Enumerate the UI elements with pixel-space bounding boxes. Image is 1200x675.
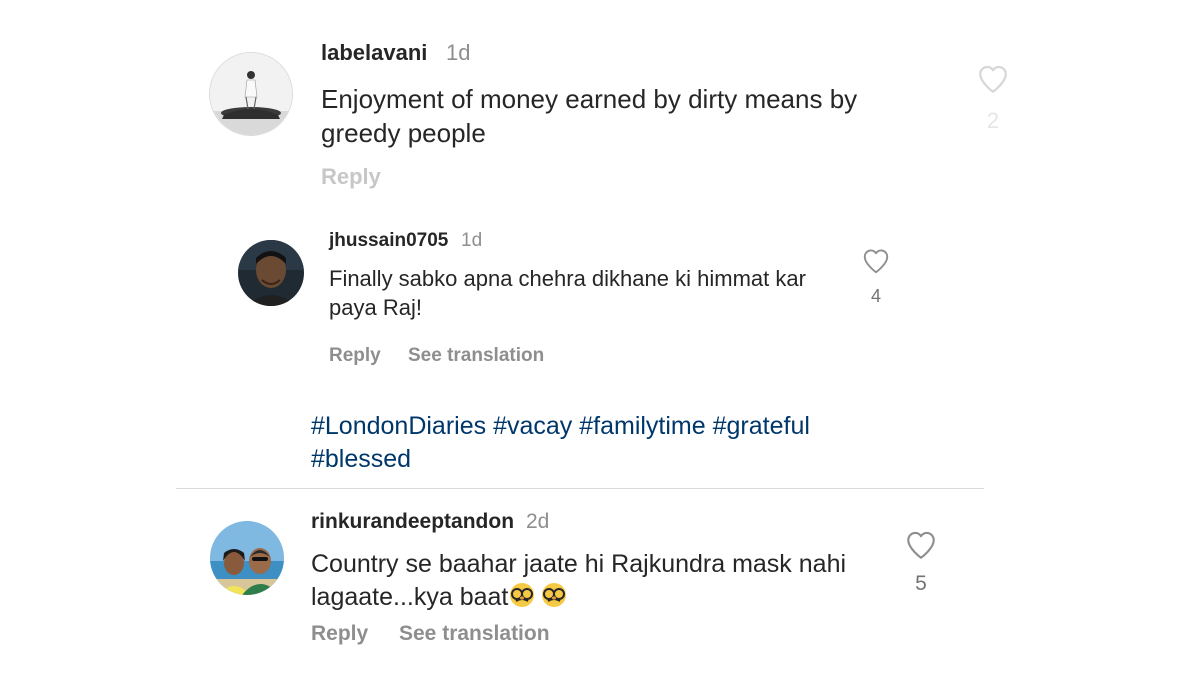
disguise-face-emoji	[508, 582, 570, 617]
see-translation-button[interactable]: See translation	[408, 345, 544, 367]
avatar-photo	[238, 240, 304, 306]
comment-time: 1d	[461, 230, 483, 251]
hashtag-line: #blessed	[311, 443, 911, 476]
comment-time: 1d	[446, 40, 471, 65]
comment-username[interactable]: rinkurandeeptandon	[311, 510, 514, 534]
comment-username[interactable]: jhussain0705	[329, 230, 448, 252]
see-translation-button[interactable]: See translation	[399, 622, 550, 646]
heart-outline-icon[interactable]	[860, 246, 892, 276]
hashtag-vacay[interactable]: #vacay	[493, 412, 572, 440]
post-hashtags: #LondonDiaries #vacay #familytime #grate…	[311, 410, 911, 475]
comment-username[interactable]: labelavani	[321, 40, 427, 66]
reply-button[interactable]: Reply	[321, 164, 381, 190]
reply-button[interactable]: Reply	[329, 345, 381, 367]
like-count: 4	[870, 286, 881, 306]
comment-text: Country se baahar jaate hi Rajkundra mas…	[311, 548, 901, 617]
like-count: 2	[986, 108, 1000, 133]
avatar-photo	[210, 53, 292, 135]
like-count: 5	[915, 572, 927, 595]
comment-text: Enjoyment of money earned by dirty means…	[321, 84, 858, 149]
avatar-labelavani[interactable]	[209, 52, 293, 136]
hashtag-london-diaries[interactable]: #LondonDiaries	[311, 412, 486, 440]
hashtag-grateful[interactable]: #grateful	[713, 412, 810, 440]
reply-button[interactable]: Reply	[311, 622, 368, 646]
avatar-rinkurandeeptandon[interactable]	[210, 521, 284, 595]
comment-time: 2d	[526, 510, 550, 533]
hashtag-familytime[interactable]: #familytime	[579, 412, 705, 440]
heart-outline-icon[interactable]	[975, 62, 1011, 96]
comments-panel: labelavani 1d Enjoyment of money earned …	[0, 0, 1200, 675]
avatar-jhussain0705[interactable]	[238, 240, 304, 306]
comment-text-body: Country se baahar jaate hi Rajkundra mas…	[311, 550, 847, 611]
heart-outline-icon[interactable]	[903, 528, 939, 562]
comment-text: Finally sabko apna chehra dikhane ki him…	[329, 266, 806, 321]
hashtag-line: #LondonDiaries #vacay #familytime #grate…	[311, 410, 911, 443]
hashtag-blessed[interactable]: #blessed	[311, 445, 411, 473]
avatar-photo	[210, 521, 284, 595]
divider	[176, 488, 984, 489]
